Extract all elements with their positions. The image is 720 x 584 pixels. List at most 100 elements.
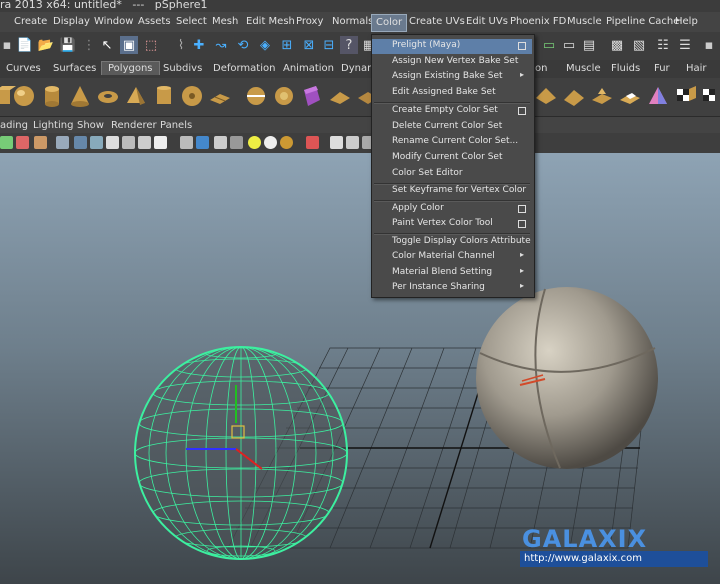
help-icon[interactable]: ? (340, 36, 358, 54)
wireframe-icon[interactable] (56, 136, 69, 149)
snap-surface-icon[interactable]: ⊞ (278, 36, 296, 54)
snap-point-icon[interactable]: ⟲ (234, 36, 252, 54)
menu-create-uvs[interactable]: Create UVs (409, 16, 465, 27)
tab-animation[interactable]: Animation (283, 63, 334, 74)
points-icon[interactable] (122, 136, 135, 149)
lights-icon[interactable] (248, 136, 261, 149)
panel-menu-panels[interactable]: Panels (160, 120, 192, 131)
tab-hair[interactable]: Hair (686, 63, 707, 74)
menu-item-per-instance-sharing[interactable]: Per Instance Sharing ▸ (372, 281, 532, 296)
new-file-icon[interactable]: 📄 (16, 36, 34, 54)
snap-grid-icon[interactable]: ✚ (190, 36, 208, 54)
select-object-icon[interactable]: ▣ (120, 36, 138, 54)
bounding-box-icon[interactable] (106, 136, 119, 149)
select-hierarchy-icon[interactable]: ↖ (98, 36, 116, 54)
tab-deformation[interactable]: Deformation (213, 63, 275, 74)
high-quality-icon[interactable] (230, 136, 243, 149)
poly-sphere-icon[interactable] (12, 84, 36, 108)
snap-curve-icon[interactable]: ↝ (212, 36, 230, 54)
checker-uv-icon[interactable] (674, 84, 698, 108)
option-box-icon[interactable] (518, 107, 526, 115)
menu-pipeline-cache[interactable]: Pipeline Cache (606, 16, 679, 27)
render-frame-icon[interactable]: ▭ (540, 36, 558, 54)
tab-muscle[interactable]: Muscle (566, 63, 601, 74)
all-lights-icon[interactable] (264, 136, 277, 149)
poly-pyramid-icon[interactable] (124, 84, 148, 108)
poly-cone-icon[interactable] (68, 84, 92, 108)
camera-attributes-icon[interactable] (0, 136, 13, 149)
poly-cylinder-icon[interactable] (40, 84, 64, 108)
menu-item-set-keyframe-vertex-color[interactable]: Set Keyframe for Vertex Color (372, 184, 532, 199)
default-material-icon[interactable] (214, 136, 227, 149)
option-box-icon[interactable] (518, 205, 526, 213)
tab-curves[interactable]: Curves (6, 63, 41, 74)
separate-icon[interactable] (272, 84, 296, 108)
menu-item-rename-current-color-set[interactable]: Rename Current Color Set... (372, 135, 532, 150)
tab-polygons[interactable]: Polygons (101, 61, 160, 75)
menu-normals[interactable]: Normals (332, 16, 373, 27)
text-icon[interactable] (154, 136, 167, 149)
isolate-icon[interactable] (180, 136, 193, 149)
panel-menu-shading[interactable]: ading (0, 120, 28, 131)
render-settings-icon[interactable]: ▩ (608, 36, 626, 54)
select-component-icon[interactable]: ⬚ (142, 36, 160, 54)
menu-item-toggle-display-colors[interactable]: Toggle Display Colors Attribute (372, 235, 532, 250)
menu-item-color-material-channel[interactable]: Color Material Channel ▸ (372, 250, 532, 265)
menu-help[interactable]: Help (675, 16, 698, 27)
new-scene-icon[interactable]: ▪ (0, 36, 16, 54)
menu-select[interactable]: Select (176, 16, 207, 27)
image-plane-icon[interactable] (34, 136, 47, 149)
menu-item-apply-color[interactable]: Apply Color (372, 202, 532, 217)
menu-item-create-empty-color-set[interactable]: Create Empty Color Set (372, 104, 532, 119)
split-icon[interactable] (618, 84, 642, 108)
option-box-icon[interactable] (518, 42, 526, 50)
combine-icon[interactable] (244, 84, 268, 108)
menu-color[interactable]: Color (371, 14, 408, 32)
wedge-icon[interactable] (562, 84, 586, 108)
shadows-icon[interactable] (280, 136, 293, 149)
poke-icon[interactable] (590, 84, 614, 108)
menu-proxy[interactable]: Proxy (296, 16, 323, 27)
tab-partial[interactable]: on (535, 63, 547, 74)
bevel-icon[interactable] (534, 84, 558, 108)
smooth-icon[interactable] (300, 84, 324, 108)
menu-item-assign-existing-bake-set[interactable]: Assign Existing Bake Set ▸ (372, 70, 532, 85)
menu-item-edit-assigned-bake-set[interactable]: Edit Assigned Bake Set (372, 86, 532, 101)
menu-mesh[interactable]: Mesh (212, 16, 238, 27)
tab-fur[interactable]: Fur (654, 63, 670, 74)
save-icon[interactable]: 💾 (59, 36, 77, 54)
panel-menu-show[interactable]: Show (77, 120, 104, 131)
menu-phoenix-fd[interactable]: Phoenix FD (510, 16, 566, 27)
menu-item-assign-new-vertex-bake-set[interactable]: Assign New Vertex Bake Set (372, 55, 532, 70)
make-live-icon[interactable]: ⊠ (300, 36, 318, 54)
xray-icon[interactable] (196, 136, 209, 149)
menu-item-modify-current-color-set[interactable]: Modify Current Color Set (372, 151, 532, 166)
outliner-icon[interactable]: ☷ (654, 36, 672, 54)
menu-edit-uvs[interactable]: Edit UVs (466, 16, 508, 27)
ipr-render-icon[interactable]: ▤ (580, 36, 598, 54)
menu-item-prelight[interactable]: Prelight (Maya) (372, 39, 532, 54)
poly-soccer-ball-icon[interactable] (180, 84, 204, 108)
resolution-gate-icon[interactable] (346, 136, 359, 149)
menu-item-paint-vertex-color-tool[interactable]: Paint Vertex Color Tool (372, 217, 532, 232)
grid-icon[interactable] (330, 136, 343, 149)
menu-item-delete-current-color-set[interactable]: Delete Current Color Set (372, 120, 532, 135)
menu-create[interactable]: Create (14, 16, 47, 27)
render-region-icon[interactable]: ▭ (560, 36, 578, 54)
menu-display[interactable]: Display (53, 16, 90, 27)
panel-menu-lighting[interactable]: Lighting (33, 120, 73, 131)
snap-view-icon[interactable]: ⊟ (320, 36, 338, 54)
uv-editor-icon[interactable] (700, 84, 720, 108)
menu-item-color-set-editor[interactable]: Color Set Editor (372, 167, 532, 182)
menu-window[interactable]: Window (94, 16, 133, 27)
open-folder-icon[interactable]: 📂 (37, 36, 55, 54)
snap-plane-icon[interactable]: ◈ (256, 36, 274, 54)
smooth-shade-icon[interactable] (74, 136, 87, 149)
menu-assets[interactable]: Assets (138, 16, 171, 27)
menu-edit-mesh[interactable]: Edit Mesh (246, 16, 295, 27)
poly-prism-icon[interactable] (152, 84, 176, 108)
tab-surfaces[interactable]: Surfaces (53, 63, 96, 74)
tab-subdivs[interactable]: Subdivs (163, 63, 202, 74)
bookmark-icon[interactable] (16, 136, 29, 149)
tab-fluids[interactable]: Fluids (611, 63, 640, 74)
